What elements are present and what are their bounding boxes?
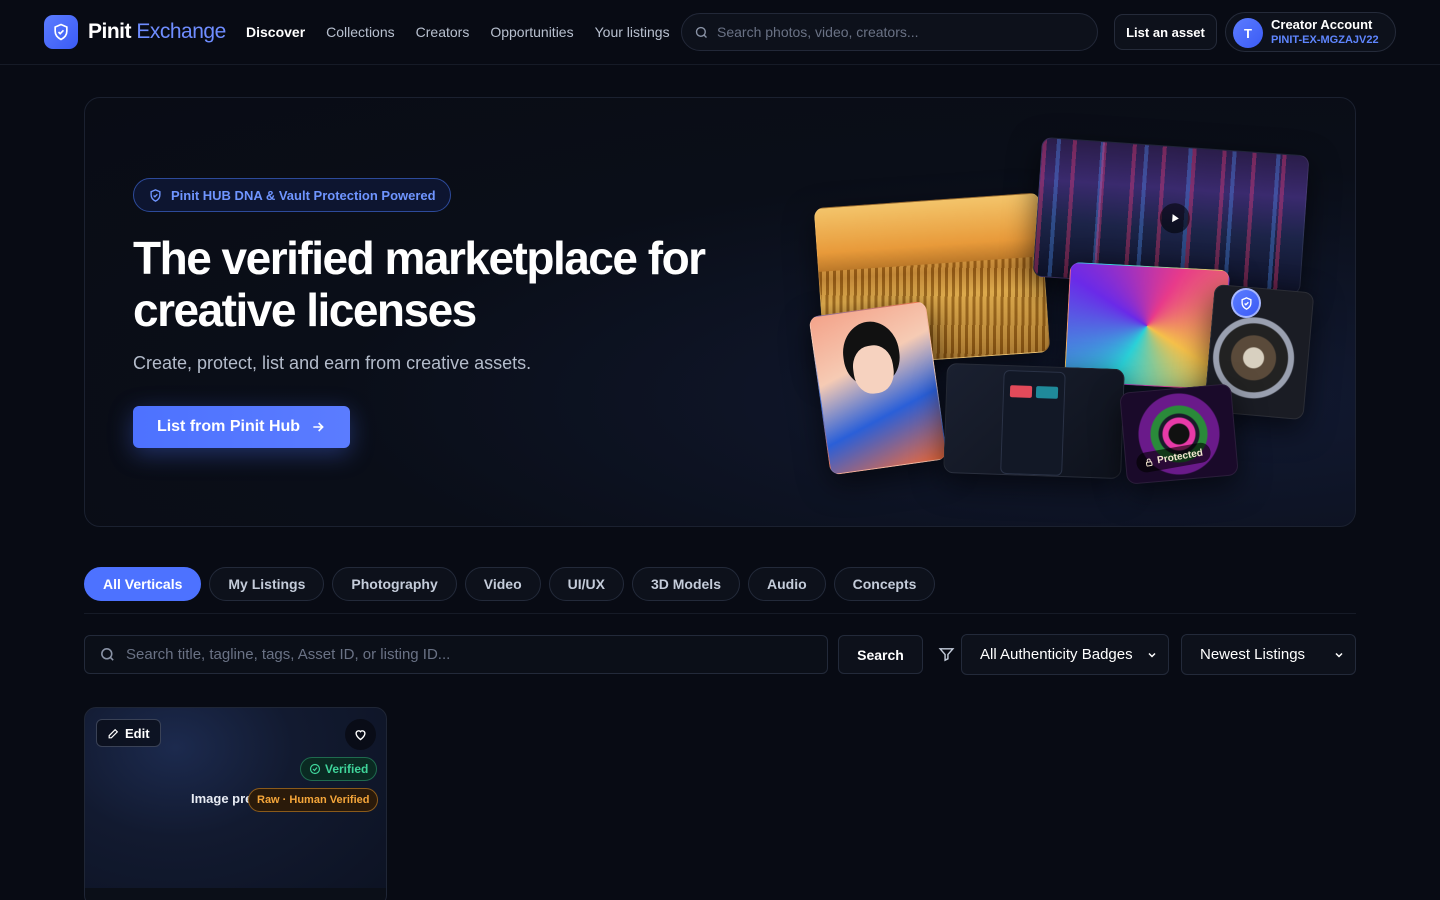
portrait-illustration [808, 300, 948, 476]
global-search[interactable] [681, 13, 1098, 51]
mandala-art-image: Protected [1119, 383, 1239, 485]
protected-tag-label: Protected [1156, 447, 1204, 466]
list-from-hub-button[interactable]: List from Pinit Hub [133, 406, 350, 448]
list-asset-button[interactable]: List an asset [1114, 14, 1217, 50]
vertical-filter-chips: All Verticals My Listings Photography Vi… [84, 567, 936, 601]
shield-check-icon [150, 188, 161, 202]
edit-button[interactable]: Edit [96, 719, 161, 747]
sort-value: Newest Listings [1200, 646, 1306, 663]
account-name: Creator Account [1271, 17, 1373, 32]
arrow-right-icon [313, 422, 324, 432]
chip-audio[interactable]: Audio [747, 567, 826, 601]
search-icon [695, 26, 707, 38]
play-icon [1158, 202, 1191, 235]
chip-3d-models[interactable]: 3D Models [631, 567, 740, 601]
shield-logo-icon[interactable] [44, 15, 78, 49]
global-search-input[interactable] [717, 24, 1077, 40]
chevron-down-icon [1148, 652, 1156, 658]
section-divider [84, 613, 1356, 614]
chevron-down-icon [1335, 652, 1343, 658]
listing-search-input[interactable] [126, 646, 806, 663]
heart-icon [355, 730, 366, 741]
nav-item-your-listings[interactable]: Your listings [595, 24, 670, 40]
lock-icon [1145, 458, 1153, 467]
chip-ui-ux[interactable]: UI/UX [548, 567, 624, 601]
nav-item-opportunities[interactable]: Opportunities [490, 24, 573, 40]
filter-icon[interactable] [938, 646, 955, 668]
chip-photography[interactable]: Photography [332, 567, 457, 601]
favorite-button[interactable] [345, 719, 376, 750]
top-navigation-bar: Pinit Exchange Discover Collections Crea… [0, 0, 1440, 65]
nav-item-collections[interactable]: Collections [326, 24, 394, 40]
brand-name[interactable]: Pinit Exchange [88, 20, 226, 44]
protection-badge: Pinit HUB DNA & Vault Protection Powered [133, 178, 451, 212]
human-verified-badge: Raw · Human Verified [248, 788, 379, 812]
chip-concepts[interactable]: Concepts [833, 567, 936, 601]
nav-item-creators[interactable]: Creators [416, 24, 470, 40]
hero-subtitle: Create, protect, list and earn from crea… [133, 353, 532, 373]
ui-mockup-image [943, 362, 1125, 480]
avatar: T [1233, 18, 1263, 48]
authenticity-badge-select[interactable]: All Authenticity Badges [961, 634, 1169, 675]
protected-tag: Protected [1134, 441, 1213, 474]
nav-item-discover[interactable]: Discover [246, 24, 305, 40]
listing-card[interactable]: Edit Verified Image preview Raw · Human … [84, 707, 387, 900]
chip-video[interactable]: Video [464, 567, 541, 601]
account-menu[interactable]: T Creator Account PINIT-EX-MGZAJV22 [1225, 12, 1396, 52]
brand-name-primary: Pinit [88, 20, 132, 43]
account-id: PINIT-EX-MGZAJV22 [1271, 34, 1379, 46]
chip-all-verticals[interactable]: All Verticals [84, 567, 202, 601]
asset-collage: Protected [805, 136, 1325, 498]
chip-my-listings[interactable]: My Listings [209, 567, 325, 601]
pencil-icon [108, 728, 119, 738]
hero-section: Pinit HUB DNA & Vault Protection Powered… [84, 97, 1356, 527]
search-button[interactable]: Search [838, 635, 923, 674]
verified-label: Verified [325, 762, 369, 776]
list-from-hub-label: List from Pinit Hub [156, 418, 301, 435]
check-circle-icon [309, 763, 321, 775]
protection-badge-label: Pinit HUB DNA & Vault Protection Powered [171, 187, 436, 203]
main-nav: Discover Collections Creators Opportunit… [246, 24, 691, 40]
shield-check-icon [1231, 288, 1261, 318]
brand-name-accent: Exchange [136, 20, 226, 43]
search-icon [101, 648, 114, 661]
authenticity-badge-value: All Authenticity Badges [980, 646, 1133, 663]
verified-badge: Verified [300, 757, 378, 781]
listing-search[interactable] [84, 635, 828, 674]
hero-title: The verified marketplace for creative li… [133, 232, 706, 336]
card-footer [85, 888, 386, 900]
edit-label: Edit [125, 725, 150, 741]
sort-select[interactable]: Newest Listings [1181, 634, 1356, 675]
